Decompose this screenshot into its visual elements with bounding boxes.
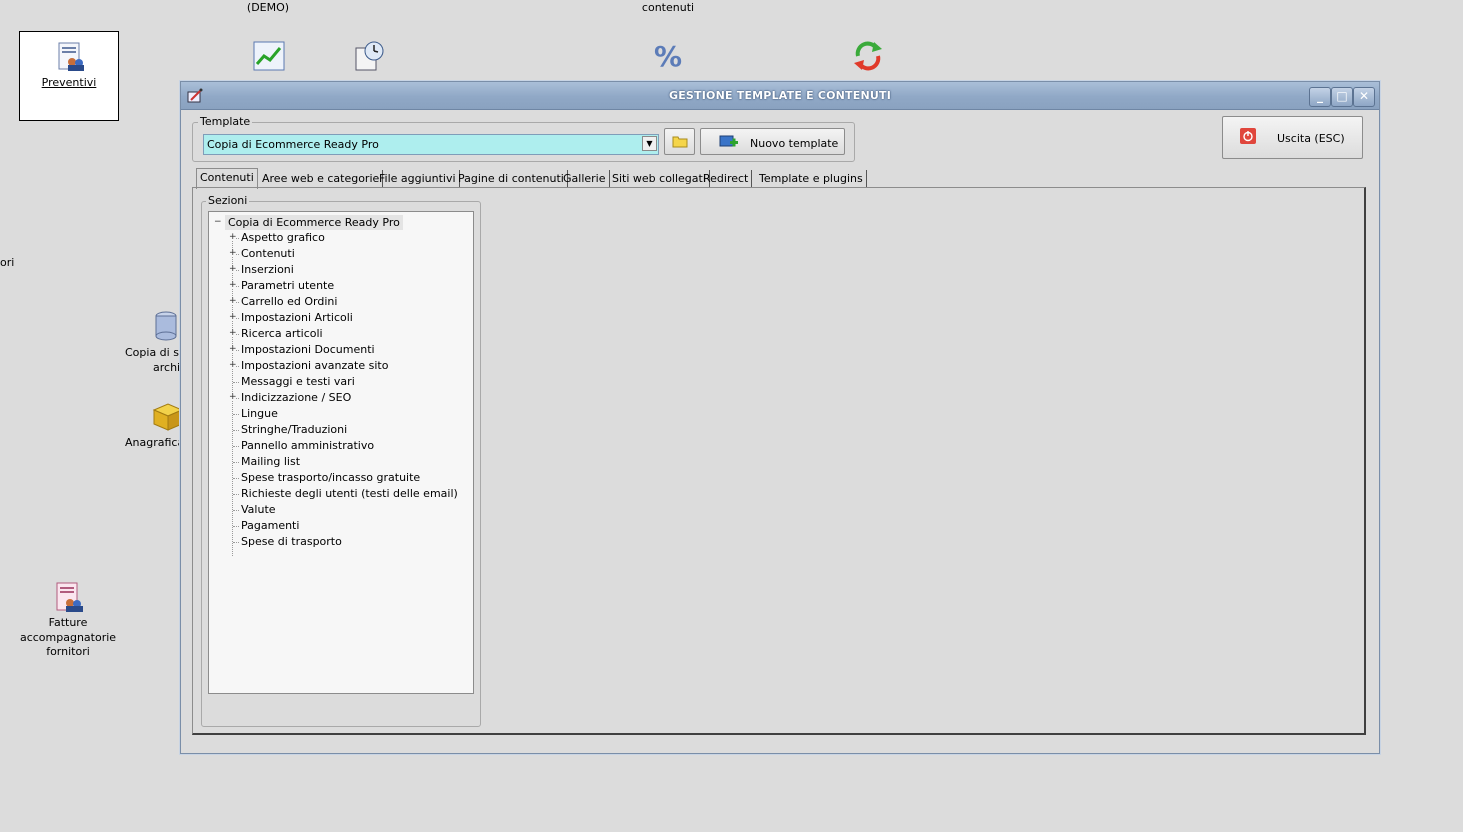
window-titlebar[interactable]: GESTIONE TEMPLATE E CONTENUTI _ □ ✕	[181, 82, 1379, 110]
tree-item[interactable]: Messaggi e testi vari	[241, 375, 355, 389]
tree-item[interactable]: Valute	[241, 503, 276, 517]
sections-tree[interactable]: − Copia di Ecommerce Ready Pro + Aspetto …	[208, 211, 474, 694]
open-folder-button[interactable]	[664, 128, 695, 155]
tree-guide-branch	[233, 510, 239, 511]
tab-template-plugins[interactable]: Template e plugins	[756, 170, 867, 188]
desktop-label-fragment: ori	[0, 256, 15, 269]
exit-button[interactable]: Uscita (ESC)	[1222, 116, 1363, 159]
tree-guide-branch	[233, 478, 239, 479]
tree-guide-branch	[233, 542, 239, 543]
tree-item[interactable]: Impostazioni avanzate sito	[241, 359, 388, 373]
exit-label: Uscita (ESC)	[1277, 132, 1345, 145]
tree-item[interactable]: Ricerca articoli	[241, 327, 323, 341]
power-icon	[1240, 128, 1256, 144]
tree-item[interactable]: Impostazioni Articoli	[241, 311, 353, 325]
chart-icon[interactable]	[253, 40, 285, 72]
tree-item[interactable]: Carrello ed Ordini	[241, 295, 337, 309]
expand-icon[interactable]: +	[229, 297, 237, 306]
new-template-label: Nuovo template	[750, 137, 839, 150]
desktop-item-preventivi[interactable]: Preventivi	[19, 31, 119, 121]
close-icon: ✕	[1358, 89, 1370, 103]
tree-item[interactable]: Stringhe/Traduzioni	[241, 423, 347, 437]
template-select-value: Copia di Ecommerce Ready Pro	[207, 138, 379, 151]
refresh-arrows-icon[interactable]	[852, 40, 884, 72]
svg-text:%: %	[654, 40, 682, 72]
tree-item[interactable]: Impostazioni Documenti	[241, 343, 375, 357]
invoice-icon[interactable]	[54, 582, 86, 614]
tree-item[interactable]: Spese trasporto/incasso gratuite	[241, 471, 420, 485]
expand-icon[interactable]: +	[229, 249, 237, 258]
expand-icon[interactable]: +	[229, 265, 237, 274]
tab-redirect[interactable]: Redirect	[700, 170, 753, 188]
sections-group-label: Sezioni	[206, 194, 250, 207]
tree-item[interactable]: Pannello amministrativo	[241, 439, 374, 453]
tree-item[interactable]: Contenuti	[241, 247, 295, 261]
tab-file-aggiuntivi[interactable]: File aggiuntivi	[376, 170, 460, 188]
expand-icon[interactable]: +	[229, 313, 237, 322]
template-group-label: Template	[198, 115, 253, 128]
window-title: GESTIONE TEMPLATE E CONTENUTI	[668, 89, 892, 102]
report-icon	[58, 42, 84, 71]
close-button[interactable]: ✕	[1353, 87, 1375, 107]
tree-item[interactable]: Parametri utente	[241, 279, 334, 293]
template-select[interactable]: Copia di Ecommerce Ready Pro ▼	[203, 134, 659, 155]
expand-icon[interactable]: +	[229, 329, 237, 338]
tree-item[interactable]: Mailing list	[241, 455, 300, 469]
tab-pagine-contenuti[interactable]: Pagine di contenuti	[455, 170, 568, 188]
tab-gallerie[interactable]: Gallerie	[560, 170, 610, 188]
desktop-label-copia-1: Copia di sic	[125, 346, 189, 359]
maximize-button[interactable]: □	[1331, 87, 1353, 107]
minimize-button[interactable]: _	[1309, 87, 1331, 107]
expand-icon[interactable]: +	[229, 345, 237, 354]
tab-contenuti[interactable]: Contenuti	[196, 168, 258, 189]
tree-item[interactable]: Inserzioni	[241, 263, 294, 277]
tree-item[interactable]: Pagamenti	[241, 519, 299, 533]
tree-guide-branch	[233, 462, 239, 463]
tree-guide-branch	[233, 382, 239, 383]
desktop-label-preventivi: Preventivi	[41, 76, 97, 89]
tab-aree-web[interactable]: Aree web e categorie	[259, 170, 384, 188]
collapse-icon[interactable]: −	[214, 218, 222, 227]
tree-item[interactable]: Aspetto grafico	[241, 231, 325, 245]
tab-siti-web[interactable]: Siti web collegati	[609, 170, 710, 188]
expand-icon[interactable]: +	[229, 233, 237, 242]
tree-root-node[interactable]: Copia di Ecommerce Ready Pro	[225, 215, 403, 230]
tree-item[interactable]: Richieste degli utenti (testi delle emai…	[241, 487, 458, 501]
percent-icon[interactable]: %	[652, 40, 684, 72]
new-template-button[interactable]: Nuovo template	[700, 128, 845, 155]
desktop-label-fatture-2: accompagnatorie	[19, 631, 117, 644]
tree-item[interactable]: Indicizzazione / SEO	[241, 391, 351, 405]
scheduler-icon[interactable]	[353, 40, 385, 72]
tree-guide-branch	[233, 526, 239, 527]
expand-icon[interactable]: +	[229, 361, 237, 370]
tree-item[interactable]: Spese di trasporto	[241, 535, 342, 549]
template-manager-window: GESTIONE TEMPLATE E CONTENUTI _ □ ✕ Temp…	[180, 81, 1380, 754]
expand-icon[interactable]: +	[229, 281, 237, 290]
tree-item[interactable]: Lingue	[241, 407, 278, 421]
desktop-label-anagrafica: Anagrafica	[125, 436, 185, 449]
desktop-label-contenuti: contenuti	[641, 1, 695, 14]
new-template-icon	[719, 135, 738, 147]
tree-guide-branch	[233, 446, 239, 447]
tree-guide-branch	[233, 414, 239, 415]
tree-guide-branch	[233, 430, 239, 431]
desktop-label-demo: (DEMO)	[246, 1, 290, 14]
tree-guide-branch	[233, 494, 239, 495]
maximize-icon: □	[1336, 89, 1348, 103]
desktop-label-fatture-1: Fatture	[48, 616, 88, 629]
folder-icon	[672, 136, 688, 148]
minimize-icon: _	[1317, 89, 1323, 103]
chevron-down-icon[interactable]: ▼	[642, 136, 657, 151]
desktop-label-fatture-3: fornitori	[46, 645, 90, 658]
expand-icon[interactable]: +	[229, 393, 237, 402]
